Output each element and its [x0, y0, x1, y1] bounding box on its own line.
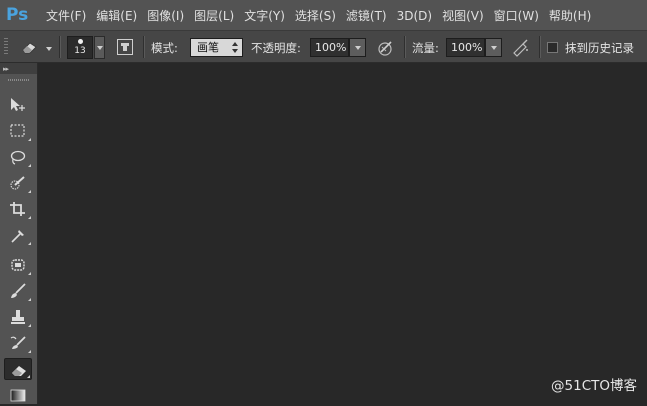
spot-healing-tool-icon	[11, 259, 25, 271]
divider	[59, 36, 61, 58]
menu-select[interactable]: 选择(S)	[295, 7, 336, 24]
lasso-tool-icon	[10, 150, 26, 165]
menu-file[interactable]: 文件(F)	[46, 7, 86, 24]
brush-size: 13	[74, 46, 86, 56]
history-brush-tool-icon	[10, 336, 26, 349]
mode-select[interactable]: 画笔	[190, 38, 243, 57]
menu-items: 文件(F) 编辑(E) 图像(I) 图层(L) 文字(Y) 选择(S) 滤镜(T…	[46, 0, 601, 31]
tool-spot-healing[interactable]	[4, 254, 32, 276]
more-tools-indicator	[28, 298, 31, 301]
tool-eyedropper[interactable]	[4, 224, 32, 246]
erase-to-history-label: 抹到历史记录	[565, 41, 634, 55]
tool-gradient[interactable]	[4, 384, 32, 406]
marquee-tool-icon	[10, 124, 25, 137]
brush-tip-icon	[78, 39, 83, 44]
quick-selection-tool-icon	[10, 176, 25, 190]
menu-help[interactable]: 帮助(H)	[549, 7, 591, 24]
menu-window[interactable]: 窗口(W)	[494, 7, 539, 24]
eyedropper-tool-icon	[11, 230, 24, 243]
tool-crop[interactable]	[4, 198, 32, 220]
flow-slider-button[interactable]	[485, 38, 502, 57]
more-tools-indicator	[28, 164, 31, 167]
tool-marquee[interactable]	[4, 120, 32, 142]
expand-icon[interactable]: ▸▸	[3, 65, 9, 73]
divider	[539, 36, 541, 58]
menu-view[interactable]: 视图(V)	[442, 7, 484, 24]
menu-filter[interactable]: 滤镜(T)	[346, 7, 387, 24]
more-tools-indicator	[28, 138, 31, 141]
tools-panel: ▸▸	[0, 63, 38, 404]
tools-panel-header[interactable]: ▸▸	[0, 63, 37, 74]
tool-clone-stamp[interactable]	[4, 306, 32, 328]
brush-dropdown-button[interactable]	[94, 36, 105, 59]
menu-edit[interactable]: 编辑(E)	[96, 7, 137, 24]
chevron-down-icon	[97, 46, 103, 50]
brush-tool-icon	[11, 283, 26, 298]
airbrush-button[interactable]	[511, 38, 531, 58]
tablet-pressure-opacity-button[interactable]	[376, 38, 396, 58]
crop-tool-icon	[10, 202, 25, 216]
eraser-icon	[22, 42, 37, 54]
opacity-label: 不透明度:	[251, 41, 301, 55]
move-tool-icon	[11, 98, 25, 111]
tool-preset-picker[interactable]	[18, 36, 52, 58]
eraser-tool-icon	[12, 366, 26, 376]
menu-type[interactable]: 文字(Y)	[244, 7, 285, 24]
tool-move[interactable]	[4, 94, 32, 116]
opacity-slider-button[interactable]	[349, 38, 366, 57]
tools-panel-grip[interactable]	[8, 79, 30, 81]
tool-lasso[interactable]	[4, 146, 32, 168]
brush-preset-picker[interactable]: 13	[67, 36, 93, 59]
menu-3d[interactable]: 3D(D)	[397, 9, 432, 23]
canvas-area[interactable]	[38, 63, 647, 404]
chevron-down-icon	[491, 46, 497, 50]
divider	[143, 36, 145, 58]
updown-icon	[232, 42, 238, 53]
clone-stamp-tool-icon	[11, 310, 25, 324]
chevron-down-icon	[355, 46, 361, 50]
flow-input[interactable]: 100%	[446, 38, 485, 57]
airbrush-icon	[513, 39, 528, 57]
mode-label: 模式:	[151, 41, 178, 55]
more-tools-indicator	[27, 375, 30, 378]
brush-panel-icon	[117, 39, 133, 55]
divider	[404, 36, 406, 58]
more-tools-indicator	[28, 350, 31, 353]
tool-quick-selection[interactable]	[4, 172, 32, 194]
gradient-tool-icon	[10, 389, 26, 402]
app-logo: Ps	[6, 5, 29, 25]
mode-value: 画笔	[197, 41, 219, 54]
menu-bar: Ps 文件(F) 编辑(E) 图像(I) 图层(L) 文字(Y) 选择(S) 滤…	[0, 0, 647, 31]
brush-panel-toggle[interactable]	[116, 38, 136, 58]
more-tools-indicator	[28, 242, 31, 245]
tool-history-brush[interactable]	[4, 332, 32, 354]
tool-eraser[interactable]	[4, 358, 32, 380]
more-tools-indicator	[28, 324, 31, 327]
options-bar-grip[interactable]	[4, 38, 8, 56]
tool-brush[interactable]	[4, 280, 32, 302]
chevron-down-icon	[46, 47, 52, 51]
options-bar: 13 模式: 画笔 不透明度: 100% 流量: 100% 抹到历史记录	[0, 31, 647, 63]
erase-to-history-checkbox[interactable]	[547, 42, 558, 53]
opacity-input[interactable]: 100%	[310, 38, 349, 57]
menu-layer[interactable]: 图层(L)	[194, 7, 234, 24]
pressure-opacity-icon	[378, 41, 392, 56]
watermark: @51CTO博客	[551, 378, 637, 394]
menu-image[interactable]: 图像(I)	[147, 7, 184, 24]
more-tools-indicator	[28, 216, 31, 219]
more-tools-indicator	[28, 190, 31, 193]
flow-label: 流量:	[412, 41, 439, 55]
more-tools-indicator	[28, 272, 31, 275]
